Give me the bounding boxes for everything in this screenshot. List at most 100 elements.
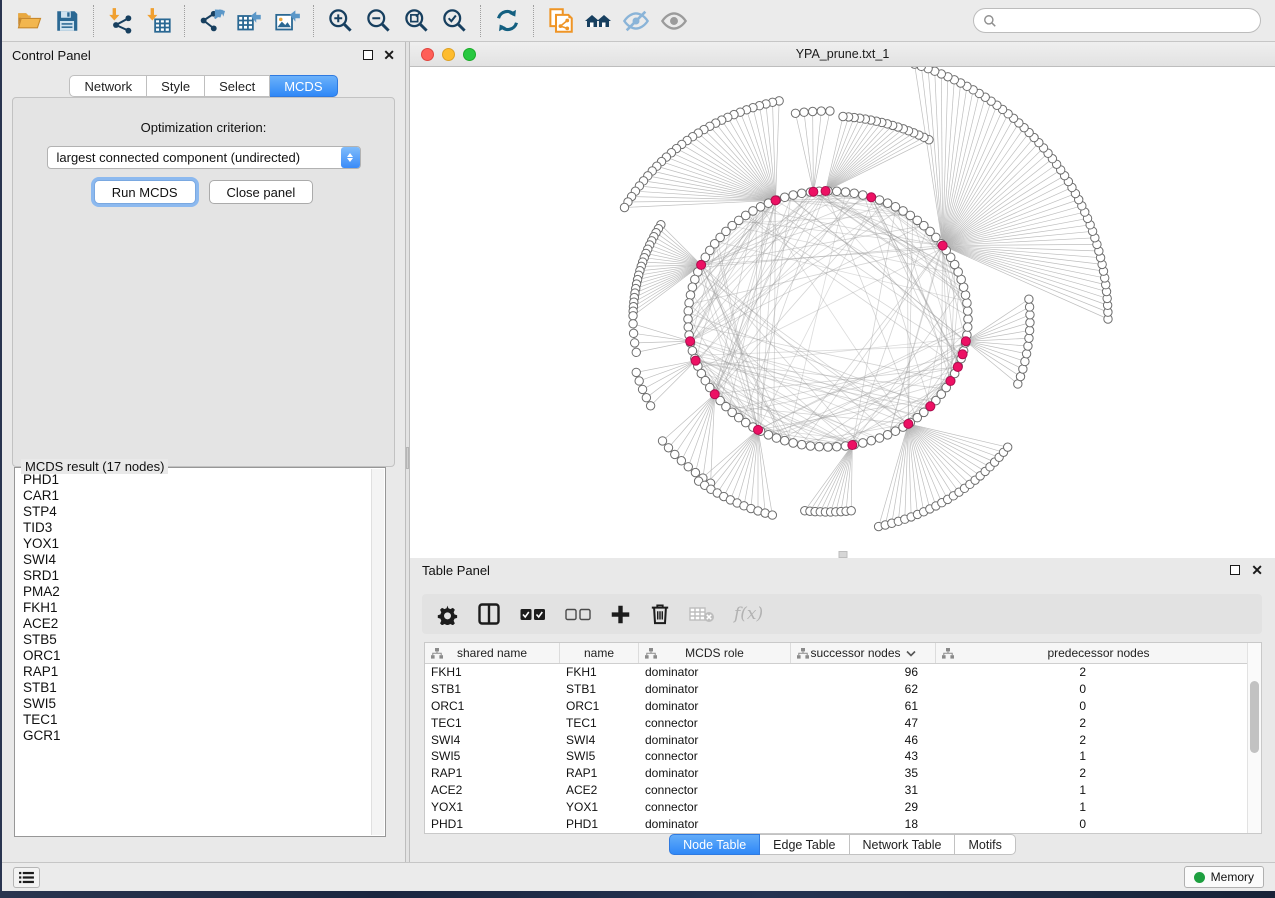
delete-table-icon[interactable] <box>689 606 715 623</box>
search-field[interactable] <box>973 8 1261 33</box>
table-cell[interactable]: dominator <box>639 698 791 715</box>
close-panel-icon[interactable]: ✕ <box>383 50 395 60</box>
table-cell[interactable]: 96 <box>791 664 936 681</box>
table-cell[interactable]: STB1 <box>560 681 639 698</box>
table-cell[interactable]: SWI4 <box>425 731 560 748</box>
table-cell[interactable]: 18 <box>791 815 936 832</box>
zoom-selected-icon[interactable] <box>435 3 473 39</box>
column-header-predecessor-nodes[interactable]: predecessor nodes <box>936 643 1261 663</box>
table-cell[interactable]: TEC1 <box>560 714 639 731</box>
table-row[interactable]: STB1STB1dominator620 <box>425 681 1261 698</box>
mcds-result-item[interactable]: TEC1 <box>23 712 371 728</box>
table-cell[interactable]: RAP1 <box>425 765 560 782</box>
table-cell[interactable]: connector <box>639 782 791 799</box>
table-cell[interactable]: 1 <box>936 748 1104 765</box>
table-cell[interactable]: 47 <box>791 714 936 731</box>
criterion-dropdown[interactable]: largest connected component (undirected) <box>47 146 361 169</box>
hide-selected-icon[interactable] <box>617 3 655 39</box>
table-row[interactable]: ORC1ORC1dominator610 <box>425 698 1261 715</box>
table-cell[interactable]: dominator <box>639 815 791 832</box>
gear-icon[interactable] <box>437 604 458 625</box>
table-cell[interactable]: STB1 <box>425 681 560 698</box>
table-cell[interactable]: dominator <box>639 731 791 748</box>
table-cell[interactable]: 29 <box>791 798 936 815</box>
table-row[interactable]: FKH1FKH1dominator962 <box>425 664 1261 681</box>
table-cell[interactable]: 35 <box>791 765 936 782</box>
export-image-icon[interactable] <box>268 3 306 39</box>
table-scrollbar-thumb[interactable] <box>1250 681 1259 753</box>
memory-button[interactable]: Memory <box>1184 866 1264 888</box>
table-cell[interactable]: 46 <box>791 731 936 748</box>
table-cell[interactable]: RAP1 <box>560 765 639 782</box>
table-cell[interactable]: SWI5 <box>425 748 560 765</box>
table-cell[interactable]: dominator <box>639 765 791 782</box>
table-cell[interactable]: SWI4 <box>560 731 639 748</box>
function-builder-icon[interactable]: f(x) <box>734 604 763 624</box>
import-network-icon[interactable] <box>101 3 139 39</box>
add-icon[interactable] <box>610 604 631 625</box>
table-cell[interactable]: 62 <box>791 681 936 698</box>
table-cell[interactable]: 1 <box>936 782 1104 799</box>
table-cell[interactable]: ACE2 <box>425 782 560 799</box>
tab-edge-table[interactable]: Edge Table <box>760 834 849 855</box>
table-row[interactable]: SWI5SWI5connector431 <box>425 748 1261 765</box>
table-row[interactable]: ACE2ACE2connector311 <box>425 782 1261 799</box>
zoom-fit-icon[interactable] <box>397 3 435 39</box>
network-graph[interactable] <box>410 67 1275 558</box>
table-row[interactable]: TEC1TEC1connector472 <box>425 714 1261 731</box>
table-cell[interactable]: dominator <box>639 681 791 698</box>
mcds-result-item[interactable]: STP4 <box>23 504 371 520</box>
mcds-result-item[interactable]: ACE2 <box>23 616 371 632</box>
deselect-all-checks-icon[interactable] <box>565 608 591 621</box>
mcds-result-item[interactable]: STB1 <box>23 680 371 696</box>
table-cell[interactable]: 1 <box>936 798 1104 815</box>
mcds-result-item[interactable]: GCR1 <box>23 728 371 744</box>
tab-network-table[interactable]: Network Table <box>850 834 956 855</box>
mcds-result-item[interactable]: SWI4 <box>23 552 371 568</box>
tab-motifs[interactable]: Motifs <box>955 834 1015 855</box>
float-table-panel-icon[interactable] <box>1230 565 1240 575</box>
task-history-button[interactable] <box>13 867 40 888</box>
table-cell[interactable]: 31 <box>791 782 936 799</box>
table-cell[interactable]: ORC1 <box>425 698 560 715</box>
save-icon[interactable] <box>48 3 86 39</box>
column-header-MCDS-role[interactable]: MCDS role <box>639 643 791 663</box>
tab-network[interactable]: Network <box>69 75 147 97</box>
table-row[interactable]: RAP1RAP1dominator352 <box>425 765 1261 782</box>
close-panel-button[interactable]: Close panel <box>209 180 314 204</box>
table-cell[interactable]: 0 <box>936 815 1104 832</box>
table-cell[interactable]: connector <box>639 798 791 815</box>
show-all-icon[interactable] <box>655 3 693 39</box>
column-header-successor-nodes[interactable]: successor nodes <box>791 643 936 663</box>
split-columns-icon[interactable] <box>477 602 501 626</box>
column-header-name[interactable]: name <box>560 643 639 663</box>
mcds-result-item[interactable]: SWI5 <box>23 696 371 712</box>
table-cell[interactable]: FKH1 <box>560 664 639 681</box>
search-input[interactable] <box>1003 14 1260 28</box>
mcds-result-item[interactable]: SRD1 <box>23 568 371 584</box>
table-row[interactable]: PHD1PHD1dominator180 <box>425 815 1261 832</box>
table-cell[interactable]: ACE2 <box>560 782 639 799</box>
mcds-result-item[interactable]: CAR1 <box>23 488 371 504</box>
zoom-out-icon[interactable] <box>359 3 397 39</box>
mcds-result-item[interactable]: ORC1 <box>23 648 371 664</box>
table-cell[interactable]: 0 <box>936 681 1104 698</box>
table-cell[interactable]: SWI5 <box>560 748 639 765</box>
open-folder-icon[interactable] <box>10 3 48 39</box>
zoom-in-icon[interactable] <box>321 3 359 39</box>
table-cell[interactable]: 0 <box>936 698 1104 715</box>
mcds-result-item[interactable]: RAP1 <box>23 664 371 680</box>
table-cell[interactable]: 2 <box>936 714 1104 731</box>
import-table-icon[interactable] <box>139 3 177 39</box>
table-cell[interactable]: connector <box>639 714 791 731</box>
tab-mcds[interactable]: MCDS <box>270 75 337 97</box>
table-cell[interactable]: 2 <box>936 664 1104 681</box>
tab-select[interactable]: Select <box>205 75 270 97</box>
mcds-result-item[interactable]: PHD1 <box>23 472 371 488</box>
mcds-result-item[interactable]: TID3 <box>23 520 371 536</box>
table-cell[interactable]: 2 <box>936 765 1104 782</box>
export-table-icon[interactable] <box>230 3 268 39</box>
run-mcds-button[interactable]: Run MCDS <box>94 180 196 204</box>
table-cell[interactable]: 43 <box>791 748 936 765</box>
splitter-handle[interactable] <box>406 447 409 469</box>
